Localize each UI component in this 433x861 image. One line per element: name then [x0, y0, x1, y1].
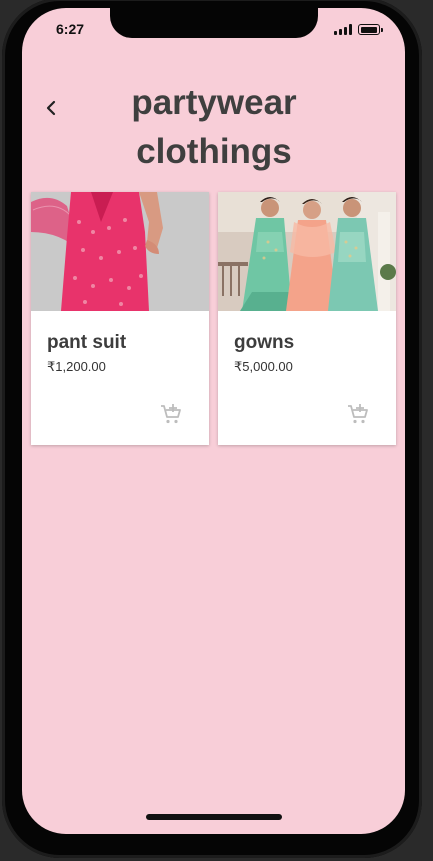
app-screen: 6:27 partywear clothings pant suit ₹1,20…	[22, 8, 405, 834]
add-to-cart-button[interactable]	[159, 402, 183, 426]
product-card-pant-suit[interactable]: pant suit ₹1,200.00	[31, 192, 209, 445]
battery-icon	[358, 24, 380, 35]
page-title: partywear clothings	[82, 78, 346, 176]
notch	[110, 8, 318, 38]
product-price: ₹5,000.00	[234, 359, 293, 374]
product-name: pant suit	[47, 332, 127, 353]
add-shopping-cart-icon	[348, 404, 368, 424]
chevron-left-icon	[46, 100, 56, 116]
product-image	[31, 192, 209, 311]
battery-tip	[381, 27, 383, 32]
add-shopping-cart-icon	[161, 404, 181, 424]
product-card-gowns[interactable]: gowns ₹5,000.00	[218, 192, 396, 445]
phone-frame: 6:27 partywear clothings pant suit ₹1,20…	[2, 0, 422, 858]
add-to-cart-button[interactable]	[346, 402, 370, 426]
product-price: ₹1,200.00	[47, 359, 106, 374]
status-time: 6:27	[56, 21, 85, 37]
status-icons	[334, 24, 383, 35]
product-name: gowns	[234, 332, 295, 353]
product-image	[218, 192, 396, 311]
page-title-line-1: partywear	[131, 83, 297, 122]
page-title-line-2: clothings	[136, 132, 292, 171]
back-button[interactable]	[40, 96, 64, 120]
cellular-signal-icon	[334, 24, 352, 35]
home-indicator[interactable]	[146, 814, 282, 820]
